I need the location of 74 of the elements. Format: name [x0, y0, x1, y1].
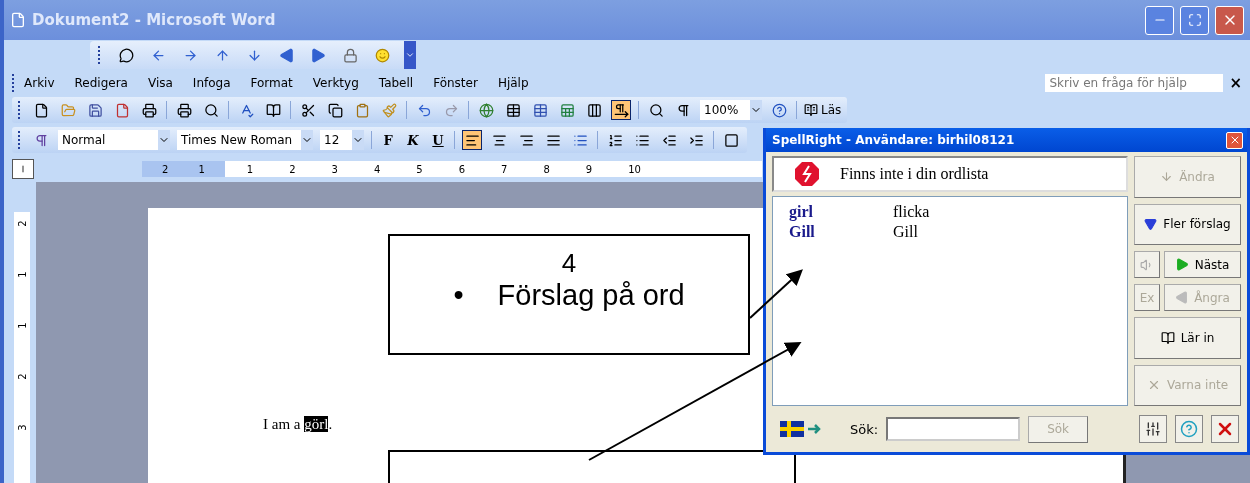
ruler-number: 1	[16, 271, 28, 278]
ruler-number: 2	[289, 163, 296, 175]
translation-text: Gill	[893, 223, 919, 241]
style-dropdown[interactable]: Normal	[58, 130, 170, 150]
ruler-number: 1	[198, 163, 205, 175]
maximize-button[interactable]	[1180, 5, 1209, 35]
underline-button[interactable]: U	[429, 132, 447, 148]
suggestion-word[interactable]: Gill	[789, 223, 893, 241]
menu-item[interactable]: Redigera	[74, 76, 128, 90]
arrow-down-icon	[1160, 170, 1174, 184]
minimize-button[interactable]	[1145, 5, 1174, 35]
help-icon	[1180, 420, 1198, 438]
ruler-number: 7	[501, 163, 508, 175]
menu-item[interactable]: Fönster	[433, 76, 478, 90]
document-icon	[10, 12, 26, 28]
close-button[interactable]	[1215, 5, 1244, 35]
triangle-down-icon	[1144, 217, 1158, 231]
menu-item[interactable]: Format	[250, 76, 293, 90]
menu-item[interactable]: Hjälp	[497, 76, 529, 90]
dialog-title: SpellRight - Användare: birhil08121	[772, 133, 1015, 147]
ruler-number: 1	[16, 322, 28, 329]
ruler-number: 4	[373, 163, 381, 175]
maximize-icon	[1187, 13, 1202, 27]
book-icon	[1160, 330, 1175, 345]
swedish-flag-icon	[780, 421, 822, 437]
align-icon[interactable]	[462, 130, 482, 150]
ruler-number: 6	[458, 163, 465, 175]
ruler-number: 1	[246, 163, 254, 175]
menu-item[interactable]: Visa	[147, 76, 173, 90]
tab-selector[interactable]	[12, 159, 34, 179]
ruler-number: 2	[16, 220, 28, 227]
ruler-number: 8	[543, 163, 550, 175]
menu-item[interactable]: Verktyg	[312, 76, 359, 90]
book-icon	[804, 103, 818, 117]
suggestion-word[interactable]: girl	[789, 203, 893, 221]
learn-button[interactable]: Lär in	[1134, 317, 1241, 359]
ruler-number: 2	[162, 163, 169, 175]
play-icon	[1175, 258, 1189, 271]
stop-sign-icon	[794, 161, 820, 187]
menu-item[interactable]: Infoga	[192, 76, 231, 90]
ruler-number: 10	[628, 163, 641, 175]
search-field[interactable]	[886, 417, 1021, 441]
ruler-number: 2	[16, 373, 28, 380]
next-button[interactable]: Nästa	[1164, 251, 1241, 278]
bullet: •	[453, 279, 464, 312]
translation-text: flicka	[893, 203, 931, 221]
read-button[interactable]: Läs	[804, 103, 842, 117]
italic-button[interactable]: K	[404, 132, 422, 148]
settings-button[interactable]	[1139, 415, 1167, 443]
annotation-text: Förslag på ord	[497, 279, 685, 312]
ruler-number: 3	[331, 163, 338, 175]
search-label: Sök:	[850, 421, 879, 437]
ruler-number: 9	[585, 163, 593, 175]
dialog-close-button[interactable]	[1226, 131, 1243, 149]
window-title: Dokument2 - Microsoft Word	[32, 11, 277, 29]
zoom-dropdown[interactable]: 100%	[700, 100, 762, 120]
chevron-icon	[405, 50, 415, 60]
menu-item[interactable]: Arkiv	[24, 76, 55, 90]
quit-button[interactable]	[1211, 415, 1239, 443]
close-document-button[interactable]: ×	[1229, 74, 1242, 92]
annotation-number: 4	[561, 248, 577, 279]
document-text: I am a görl.	[263, 416, 333, 433]
menu-item[interactable]: Tabell	[378, 76, 414, 90]
help-button[interactable]	[1175, 415, 1203, 443]
bold-button[interactable]: F	[379, 132, 397, 148]
more-button[interactable]: Fler förslag	[1134, 203, 1241, 245]
sliders-icon	[1145, 421, 1161, 437]
font-size-dropdown[interactable]: 12	[320, 130, 364, 150]
font-dropdown[interactable]: Times New Roman	[177, 130, 313, 150]
ruler-number: 5	[416, 163, 423, 175]
help-search-field[interactable]: Skriv en fråga för hjälp	[1045, 74, 1224, 92]
ruler-number: 3	[16, 424, 28, 431]
triangle-left-icon	[1175, 291, 1189, 304]
message-text: Finns inte i din ordlista	[840, 165, 989, 183]
